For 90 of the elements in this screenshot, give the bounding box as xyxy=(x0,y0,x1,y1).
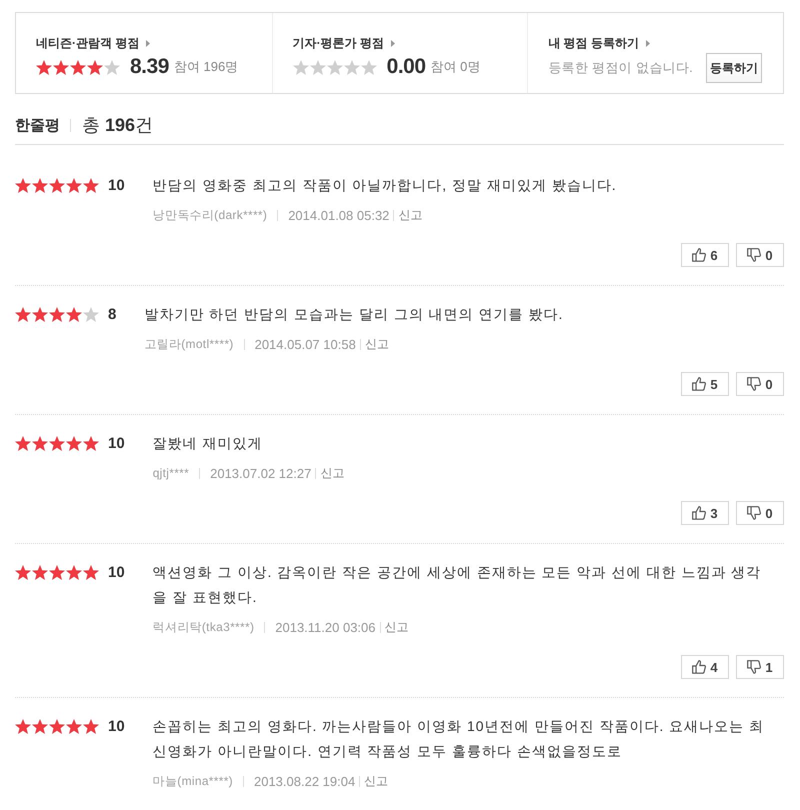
star-icon xyxy=(15,719,31,734)
star-icon xyxy=(83,565,99,580)
rating-header-link[interactable]: 네티즌·관람객 평점 xyxy=(36,34,150,52)
star-icon xyxy=(66,436,82,451)
author-name: qjtj**** xyxy=(152,466,190,480)
star-icon xyxy=(49,436,65,451)
thumbs-up-icon xyxy=(692,377,706,391)
author-name: 낭만독수리(dark****) xyxy=(152,206,268,224)
star-icon xyxy=(83,436,99,451)
star-icon xyxy=(15,436,31,451)
star-icon xyxy=(15,565,31,580)
review-score: 8 xyxy=(108,306,116,323)
caret-icon xyxy=(146,40,150,46)
average-score: 0.00 xyxy=(386,55,426,79)
caret-icon xyxy=(646,40,650,46)
thumbs-down-icon xyxy=(747,248,762,262)
review-date: 2013.11.20 03:06 xyxy=(275,620,376,634)
star-icon xyxy=(292,60,309,74)
report-link[interactable]: 신고 xyxy=(320,464,344,482)
star-icon xyxy=(104,60,120,74)
thumbs-down-icon xyxy=(747,506,762,520)
star-icon xyxy=(66,307,82,322)
review-text: 발차기만 하던 반담의 모습과는 달리 그의 내면의 연기를 봤다. xyxy=(144,305,564,324)
star-icon xyxy=(310,60,326,74)
section-title: 한줄평 xyxy=(15,116,60,134)
star-icon xyxy=(49,307,65,322)
like-button[interactable]: 3 xyxy=(681,501,729,525)
author-name: 고릴라(motl****) xyxy=(144,336,234,352)
review-text: 잘봤네 재미있게 xyxy=(152,434,264,453)
report-link[interactable]: 신고 xyxy=(384,618,408,636)
review-score: 10 xyxy=(108,177,125,194)
star-icon xyxy=(83,307,99,322)
star-icon xyxy=(15,307,31,322)
average-score: 8.39 xyxy=(130,55,169,79)
participant-count: 참여 0명 xyxy=(430,58,480,76)
dislike-button[interactable]: 0 xyxy=(736,372,784,396)
star-icon xyxy=(70,60,86,74)
star-icon xyxy=(344,60,360,74)
report-link[interactable]: 신고 xyxy=(364,336,389,352)
review-text: 액션영화 그 이상. 감옥이란 작은 공간에 세상에 존재하는 모든 악과 선에 대한 느낌과 생각을 잘 표현했다. xyxy=(152,563,762,607)
star-icon xyxy=(15,178,31,193)
register-button[interactable]: 등록하기 xyxy=(706,53,762,83)
review-score: 10 xyxy=(108,564,125,581)
rating-header-link[interactable]: 기자·평론가 평점 xyxy=(292,34,395,52)
report-link[interactable]: 신고 xyxy=(364,772,388,790)
review-text: 손꼽히는 최고의 영화다. 까는사람들아 이영화 10년전에 만들어진 작품이다. 요새나오는 최신영화가 아니란말이다. 연기력 작품성 모두 훌륭하다 손색없을정도로 xyxy=(152,717,765,761)
star-icon xyxy=(49,178,65,193)
star-icon xyxy=(49,565,65,580)
review-total-count: 총 196건 xyxy=(82,114,154,137)
like-button[interactable]: 5 xyxy=(681,372,729,396)
star-icon xyxy=(32,719,48,734)
star-icon xyxy=(32,307,48,322)
report-link[interactable]: 신고 xyxy=(398,206,422,224)
star-icon xyxy=(32,436,48,451)
empty-rating-message: 등록한 평점이 없습니다. xyxy=(548,59,694,77)
review-score: 10 xyxy=(108,435,125,452)
dislike-button[interactable]: 0 xyxy=(736,501,784,525)
review-date: 2014.01.08 05:32 xyxy=(288,208,390,222)
review-date: 2013.08.22 19:04 xyxy=(254,774,356,788)
review-score: 10 xyxy=(108,718,125,735)
star-icon xyxy=(360,60,377,74)
star-icon xyxy=(326,60,343,74)
star-icon xyxy=(32,178,48,193)
thumbs-up-icon xyxy=(692,248,706,262)
rating-header-link[interactable]: 내 평점 등록하기 xyxy=(548,34,650,52)
participant-count: 참여 196명 xyxy=(174,58,238,76)
star-icon xyxy=(66,565,82,580)
star-icon xyxy=(32,565,48,580)
star-icon xyxy=(83,178,99,193)
thumbs-down-icon xyxy=(747,660,762,674)
author-name: 럭셔리탁(tka3****) xyxy=(152,618,254,636)
star-icon xyxy=(66,719,82,734)
star-icon xyxy=(66,178,82,193)
thumbs-up-icon xyxy=(692,506,706,520)
star-icon xyxy=(53,60,69,74)
caret-icon xyxy=(391,40,395,46)
review-date: 2013.07.02 12:27 xyxy=(210,466,312,480)
thumbs-down-icon xyxy=(747,377,762,391)
review-date: 2014.05.07 10:58 xyxy=(254,336,356,352)
star-icon xyxy=(49,719,65,734)
star-icon xyxy=(83,719,99,734)
star-icon xyxy=(87,60,103,74)
like-button[interactable]: 6 xyxy=(681,243,729,267)
review-text: 반담의 영화중 최고의 작품이 아닐까합니다, 정말 재미있게 봤습니다. xyxy=(152,176,618,195)
author-name: 마늘(mina****) xyxy=(152,772,233,790)
dislike-button[interactable]: 1 xyxy=(736,655,784,679)
thumbs-up-icon xyxy=(692,660,706,674)
like-button[interactable]: 4 xyxy=(681,655,729,679)
dislike-button[interactable]: 0 xyxy=(736,243,784,267)
star-icon xyxy=(36,60,52,74)
